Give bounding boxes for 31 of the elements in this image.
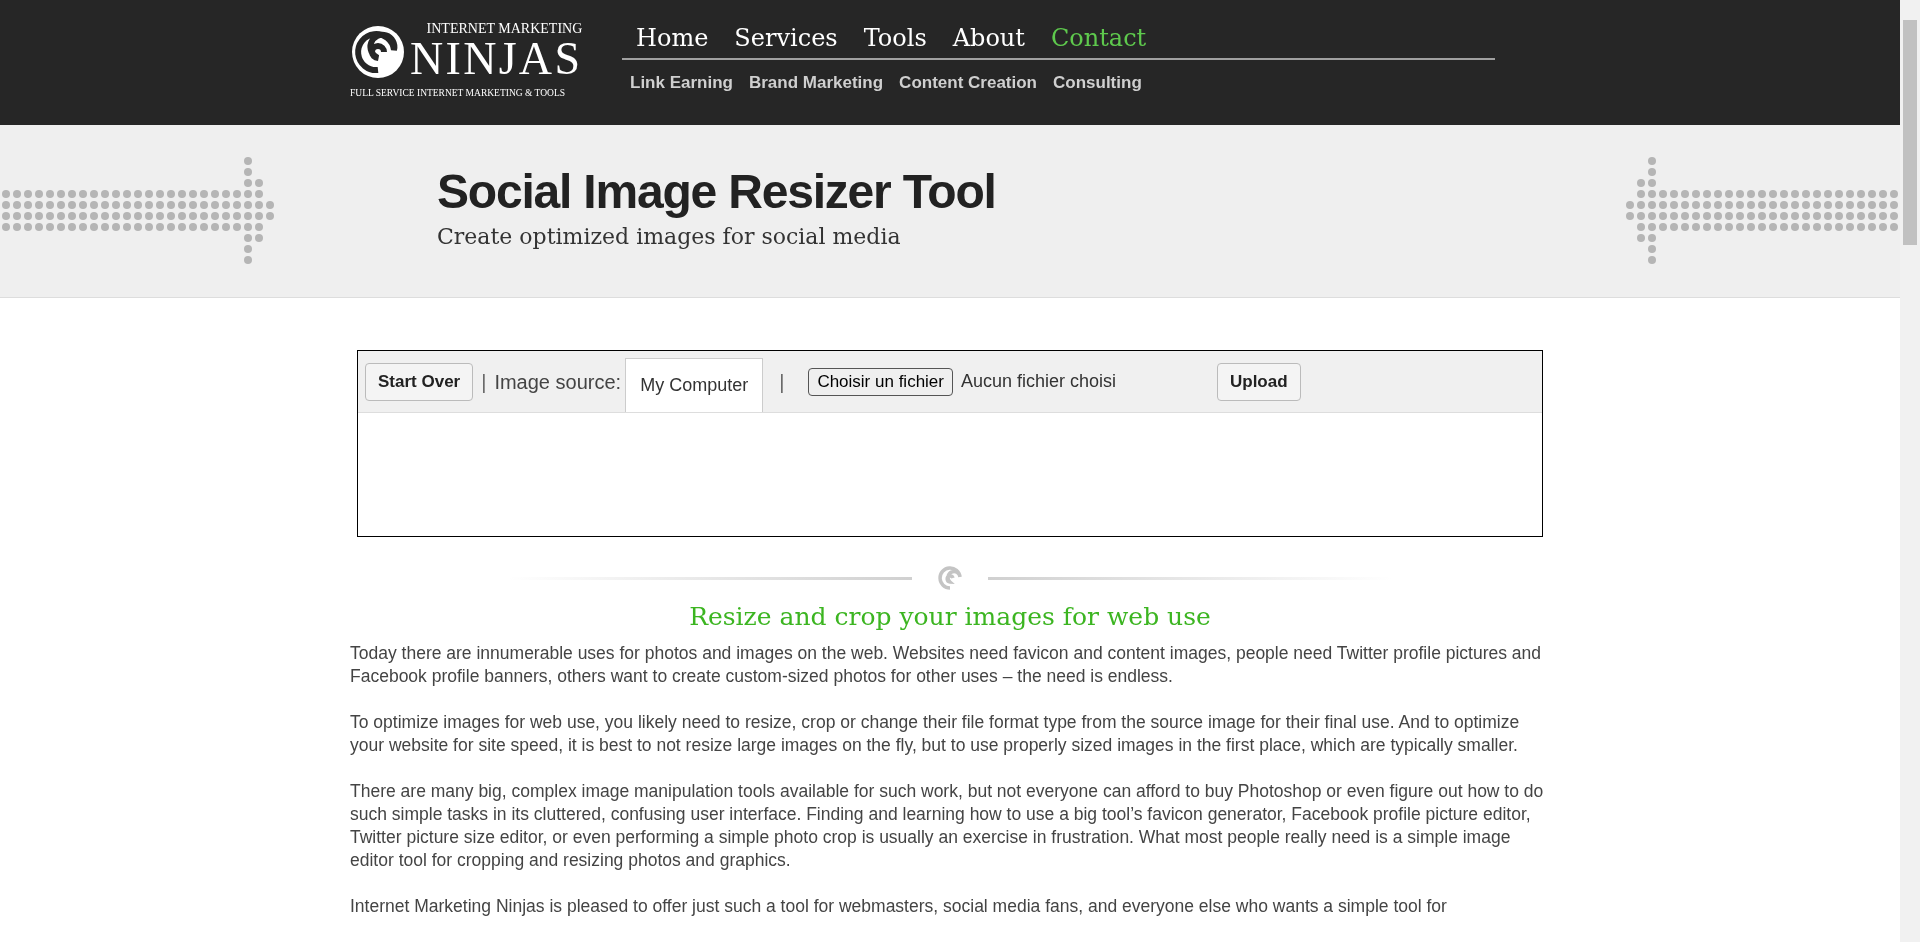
logo-main-text: NINJAS: [410, 36, 583, 82]
nav-link[interactable]: Home: [636, 22, 709, 54]
nav-link[interactable]: Services: [734, 22, 838, 54]
body-paragraph: Internet Marketing Ninjas is pleased to offer just such a tool for webmasters, social media fans, and everyone else who wants a simple tool for: [350, 894, 1448, 918]
file-chooser-button[interactable]: Choisir un fichier: [808, 367, 953, 396]
body-paragraph: There are many big, complex image manipulation tools available for such work, but not everyone can afford to buy Photoshop or even figure out how to do such simple tasks in its cluttered, confusing user interface. Finding and learning how to use a big tool’s favicon generator, Facebook profile picture editor, Twitter picture size editor, or even performing a simple photo crop is usually an exercise in frustration. What most people really need is a simple image editor tool for cropping and resizing photos and graphics.: [350, 779, 1545, 872]
separator: |: [481, 369, 487, 395]
body-paragraph: To optimize images for web use, you likely need to resize, crop or change their file format type from the source image for their final use. And to optimize your website for site speed, it is best to not resize large images on the fly, but to use properly sized images in the first place, which are typically smaller.: [350, 710, 1521, 757]
page-title: Social Image Resizer Tool: [437, 163, 997, 220]
subnav-link[interactable]: Brand Marketing: [748, 70, 884, 96]
separator: |: [779, 369, 785, 395]
source-tab[interactable]: My Computer: [625, 358, 764, 412]
logo[interactable]: INTERNET MARKETING NINJAS FULL SERVICE INTERNET MARKETING & TOOLS: [350, 22, 582, 101]
body-paragraph: Today there are innumerable uses for photos and images on the web. Websites need favicon and content images, people need Twitter profile pictures and Facebook profile banners, others want to create custom-sized photos for other uses – the need is endless.: [350, 641, 1543, 688]
nav-link[interactable]: Contact: [1050, 22, 1147, 54]
section-heading: Resize and crop your images for web use: [688, 601, 1212, 633]
subnav-link[interactable]: Content Creation: [899, 70, 1037, 96]
logo-top-text: INTERNET MARKETING: [425, 22, 583, 36]
page-subtitle: Create optimized images for social media: [437, 222, 902, 251]
swirl-icon: [350, 24, 406, 80]
image-source-label: Image source:: [494, 369, 622, 395]
subnav-link[interactable]: Link Earning: [630, 70, 733, 96]
nav-link[interactable]: Tools: [863, 22, 927, 54]
logo-tagline: FULL SERVICE INTERNET MARKETING & TOOLS: [350, 87, 566, 100]
file-status: Aucun fichier choisi: [961, 370, 1118, 393]
swirl-icon: [936, 564, 964, 592]
scrollbar-thumb[interactable]: [1903, 20, 1917, 245]
upload-button[interactable]: Upload: [1217, 362, 1301, 401]
subnav-link[interactable]: Consulting: [1053, 70, 1142, 96]
nav-link[interactable]: About: [952, 22, 1025, 54]
start-over-button[interactable]: Start Over: [365, 362, 474, 401]
